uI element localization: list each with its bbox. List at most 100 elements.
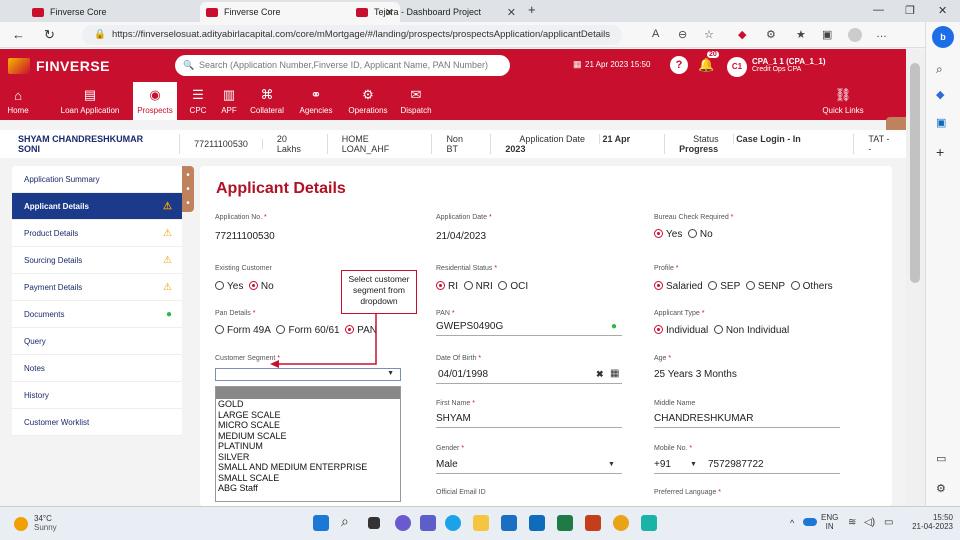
middle-name-input[interactable]: CHANDRESHKUMAR xyxy=(654,413,753,424)
dropdown-option[interactable]: SMALL SCALE xyxy=(216,473,400,484)
nav-cpc[interactable]: ☰ CPC xyxy=(187,82,209,120)
menu-item-sourcing-details[interactable]: Sourcing Details ⚠ xyxy=(12,247,182,274)
dropdown-option[interactable]: MICRO SCALE xyxy=(216,420,400,431)
url-field[interactable]: 🔒 https://finverselosuat.adityabirlacapit… xyxy=(82,25,622,45)
read-aloud-icon[interactable]: A xyxy=(652,28,659,40)
store-icon[interactable] xyxy=(501,515,517,531)
edge-icon[interactable] xyxy=(445,515,461,531)
dropdown-option-blank[interactable] xyxy=(216,387,400,399)
dropdown-option[interactable]: MEDIUM SCALE xyxy=(216,431,400,442)
more-icon[interactable]: … xyxy=(876,28,887,40)
notepad-icon[interactable] xyxy=(641,515,657,531)
user-avatar[interactable]: C1 xyxy=(727,57,747,77)
start-icon[interactable] xyxy=(313,515,329,531)
menu-item-customer-worklist[interactable]: Customer Worklist xyxy=(12,409,182,436)
collections-icon[interactable]: ▣ xyxy=(822,28,832,41)
outlook-icon[interactable]: ▣ xyxy=(936,116,946,129)
search-icon[interactable]: ⌕ xyxy=(936,62,943,77)
bing-icon[interactable]: b xyxy=(932,26,954,48)
add-icon[interactable]: + xyxy=(936,144,944,160)
bureau-no-radio[interactable] xyxy=(687,229,697,238)
back-icon[interactable]: ← xyxy=(12,27,25,42)
wifi-icon[interactable]: ≋ xyxy=(848,517,856,528)
oci-radio[interactable] xyxy=(498,281,508,290)
gender-select[interactable]: Male xyxy=(436,459,458,470)
menu-item-query[interactable]: Query xyxy=(12,328,182,355)
mobile-input[interactable]: 7572987722 xyxy=(708,459,764,470)
senp-radio[interactable] xyxy=(745,281,755,290)
chrome-icon[interactable] xyxy=(613,515,629,531)
new-tab-icon[interactable]: + xyxy=(528,2,536,17)
browser-tab[interactable]: Finverse Core✕ xyxy=(26,2,226,22)
menu-item-applicant-details[interactable]: Applicant Details ⚠ xyxy=(12,193,182,220)
nav-prospects[interactable]: ◉ Prospects xyxy=(133,82,177,120)
country-code-select[interactable]: +91 xyxy=(654,459,671,470)
form49a-radio[interactable] xyxy=(215,325,224,334)
sep-radio[interactable] xyxy=(708,281,718,290)
brand-logo[interactable]: FINVERSE xyxy=(8,58,110,74)
menu-item-documents[interactable]: Documents ● xyxy=(12,301,182,328)
existing-no-radio[interactable] xyxy=(248,281,258,290)
volume-icon[interactable]: ◁) xyxy=(864,517,875,528)
salaried-radio[interactable] xyxy=(654,281,663,290)
favorite-icon[interactable]: ☆ xyxy=(704,28,714,41)
dropdown-option[interactable]: LARGE SCALE xyxy=(216,410,400,421)
browser-tab[interactable]: Tejora - Dashboard Project ✕ xyxy=(350,2,522,22)
outlook-icon[interactable] xyxy=(529,515,545,531)
scrollbar-thumb[interactable] xyxy=(910,63,920,283)
quick-links[interactable]: ⛓ Quick Links xyxy=(818,82,868,120)
bureau-yes-radio[interactable] xyxy=(654,229,663,238)
menu-item-payment-details[interactable]: Payment Details ⚠ xyxy=(12,274,182,301)
excel-icon[interactable] xyxy=(557,515,573,531)
nav-collateral[interactable]: ⌘ Collateral xyxy=(247,82,287,120)
chat-icon[interactable] xyxy=(395,515,411,531)
menu-item-product-details[interactable]: Product Details ⚠ xyxy=(12,220,182,247)
menu-item-notes[interactable]: Notes xyxy=(12,355,182,382)
menu-item-application-summary[interactable]: Application Summary xyxy=(12,166,182,193)
user-info[interactable]: CPA_1 1 (CPA_1_1) Credit Ops CPA xyxy=(752,57,826,73)
clear-icon[interactable]: ✖ xyxy=(596,369,604,380)
powerpoint-icon[interactable] xyxy=(585,515,601,531)
nav-agencies[interactable]: ⚭ Agencies xyxy=(296,82,336,120)
profile-avatar[interactable] xyxy=(848,28,862,42)
nav-apf[interactable]: ▥ APF xyxy=(218,82,240,120)
extension-icon[interactable]: ◆ xyxy=(738,28,746,41)
nav-dispatch[interactable]: ✉ Dispatch xyxy=(398,82,434,120)
language-indicator[interactable]: ENG IN xyxy=(821,513,838,531)
dropdown-option[interactable]: SMALL AND MEDIUM ENTERPRISE xyxy=(216,462,400,473)
first-name-input[interactable]: SHYAM xyxy=(436,413,471,424)
extensions-icon[interactable]: ⚙ xyxy=(766,28,776,41)
non-individual-radio[interactable] xyxy=(713,325,723,334)
teams-icon[interactable] xyxy=(420,515,436,531)
menu-collapse-handle[interactable]: • • • xyxy=(182,166,194,212)
dropdown-option[interactable]: SILVER xyxy=(216,452,400,463)
minimize-icon[interactable]: — xyxy=(873,4,884,16)
search-icon[interactable]: ⌕ xyxy=(341,513,357,529)
page-scrollbar[interactable] xyxy=(906,49,925,506)
settings-icon[interactable]: ⚙ xyxy=(936,482,946,495)
file-explorer-icon[interactable] xyxy=(473,515,489,531)
menu-item-history[interactable]: History xyxy=(12,382,182,409)
dropdown-option[interactable]: GOLD xyxy=(216,399,400,410)
weather-sun-icon[interactable] xyxy=(14,517,28,531)
global-search-input[interactable]: 🔍 Search (Application Number,Finverse ID,… xyxy=(175,55,510,76)
existing-yes-radio[interactable] xyxy=(215,281,224,290)
task-view-icon[interactable] xyxy=(368,517,380,529)
battery-icon[interactable]: ▭ xyxy=(884,517,893,528)
pan-input[interactable]: GWEPS0490G xyxy=(436,321,503,332)
window-close-icon[interactable]: ✕ xyxy=(938,4,947,17)
calendar-icon[interactable]: ▦ xyxy=(610,368,619,379)
refresh-icon[interactable]: ↻ xyxy=(44,27,55,43)
clock[interactable]: 15:50 21-04-2023 xyxy=(905,513,953,531)
nav-operations[interactable]: ⚙ Operations xyxy=(346,82,390,120)
onedrive-icon[interactable] xyxy=(803,518,817,526)
favorites-bar-icon[interactable]: ★ xyxy=(796,28,806,41)
shopping-icon[interactable]: ◆ xyxy=(936,88,944,101)
nav-loan-application[interactable]: ▤ Loan Application xyxy=(56,82,124,120)
ri-radio[interactable] xyxy=(436,281,445,290)
dropdown-option[interactable]: ABG Staff xyxy=(216,483,400,494)
restore-icon[interactable]: ❐ xyxy=(905,4,915,17)
dropdown-option[interactable]: PLATINUM xyxy=(216,441,400,452)
zoom-icon[interactable]: ⊖ xyxy=(678,28,687,41)
sidebar-toggle-icon[interactable]: ▭ xyxy=(936,452,946,465)
